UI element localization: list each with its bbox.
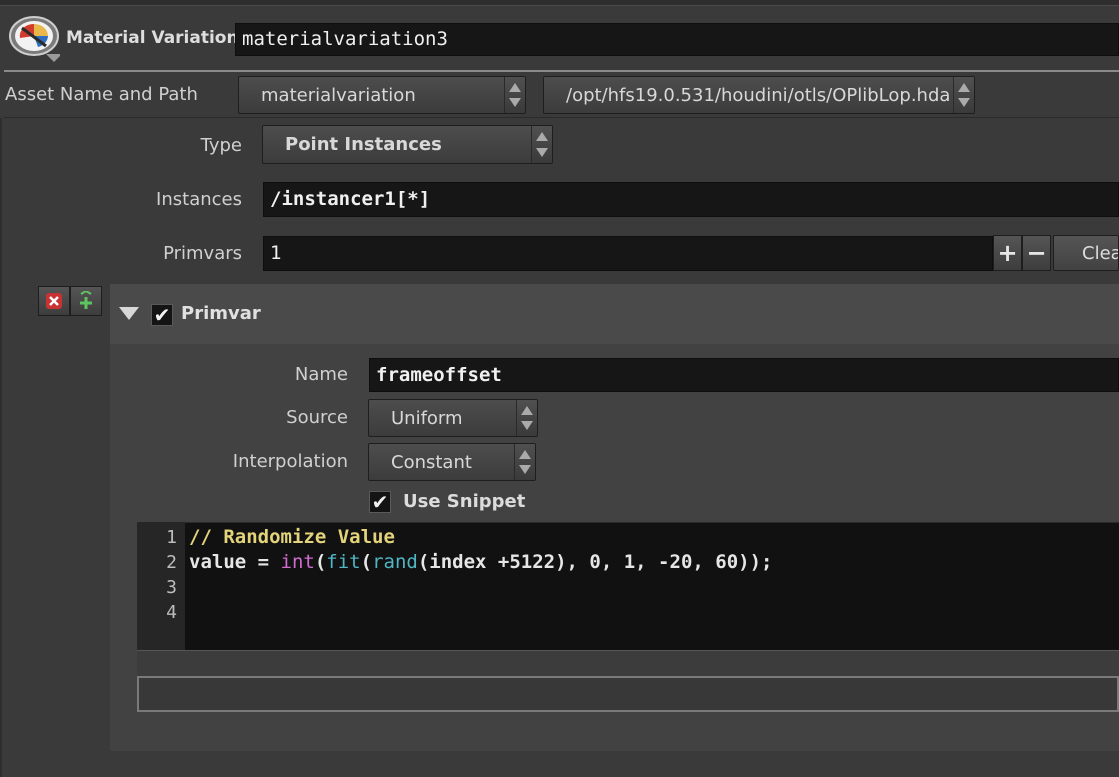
snippet-command-input[interactable] bbox=[137, 676, 1119, 712]
asset-name-value: materialvariation bbox=[261, 84, 416, 106]
code-token-rand: rand bbox=[372, 551, 418, 573]
primvar-enable-checkbox[interactable]: ✔ bbox=[151, 304, 173, 326]
line-number: 1 bbox=[166, 527, 177, 548]
primvar-folder-header bbox=[110, 284, 1119, 344]
clear-primvars-button[interactable]: Clea bbox=[1053, 235, 1119, 271]
insert-instance-button[interactable] bbox=[70, 286, 102, 316]
collapse-triangle-icon[interactable] bbox=[119, 307, 139, 320]
remove-instance-button[interactable] bbox=[38, 286, 70, 316]
left-edge-rule bbox=[0, 118, 2, 777]
insert-plus-icon bbox=[80, 291, 92, 309]
code-token: (index +5122), 0, 1, -20, 60)); bbox=[417, 551, 773, 573]
node-type-label: Material Variation bbox=[66, 28, 239, 48]
type-value: Point Instances bbox=[285, 134, 442, 155]
asset-path-value: /opt/hfs19.0.531/houdini/otls/OPlibLop.h… bbox=[566, 84, 951, 106]
type-menu-arrows-icon bbox=[531, 126, 552, 163]
instances-field[interactable]: /instancer1[*] bbox=[263, 182, 1119, 217]
line-number-gutter: 1 2 3 4 bbox=[137, 522, 185, 650]
close-icon bbox=[46, 293, 62, 309]
use-snippet-label: Use Snippet bbox=[403, 491, 526, 512]
interpolation-label: Interpolation bbox=[232, 451, 348, 472]
node-name-field[interactable]: materialvariation3 bbox=[235, 23, 1119, 56]
code-token: ( bbox=[360, 551, 373, 573]
asset-path-menu-arrows-icon bbox=[953, 77, 974, 113]
header-divider bbox=[4, 70, 1119, 72]
code-line-1: // Randomize Value bbox=[189, 526, 395, 548]
source-label: Source bbox=[286, 407, 348, 428]
asset-divider bbox=[4, 117, 1119, 118]
editor-status-bar bbox=[137, 650, 1119, 676]
source-value: Uniform bbox=[391, 407, 463, 429]
source-menu-arrows-icon bbox=[516, 400, 537, 436]
asset-name-menu[interactable]: materialvariation bbox=[238, 76, 526, 114]
instances-label: Instances bbox=[156, 189, 242, 210]
primvars-label: Primvars bbox=[163, 243, 242, 264]
asset-path-menu[interactable]: /opt/hfs19.0.531/houdini/otls/OPlibLop.h… bbox=[543, 76, 975, 114]
code-token: ( bbox=[314, 551, 327, 573]
type-menu[interactable]: Point Instances bbox=[262, 125, 553, 164]
type-label: Type bbox=[200, 135, 242, 156]
primvar-folder-title: Primvar bbox=[181, 303, 261, 324]
code-token-int: int bbox=[280, 551, 315, 573]
add-primvar-button[interactable]: + bbox=[993, 235, 1022, 271]
remove-primvar-button[interactable]: − bbox=[1022, 235, 1051, 271]
primvar-name-field[interactable]: frameoffset bbox=[369, 358, 1119, 392]
primvars-count-field[interactable]: 1 bbox=[263, 236, 993, 271]
use-snippet-checkbox[interactable]: ✔ bbox=[369, 491, 391, 513]
primvar-name-label: Name bbox=[294, 364, 348, 385]
line-number: 2 bbox=[166, 552, 177, 573]
code-token-fit: fit bbox=[326, 551, 361, 573]
asset-name-path-label: Asset Name and Path bbox=[5, 84, 198, 105]
line-number: 3 bbox=[166, 577, 177, 598]
interpolation-menu-arrows-icon bbox=[514, 444, 535, 480]
interpolation-value: Constant bbox=[391, 451, 472, 473]
code-line-2: value = int(fit(rand(index +5122), 0, 1,… bbox=[189, 551, 772, 573]
interpolation-menu[interactable]: Constant bbox=[368, 443, 536, 481]
source-menu[interactable]: Uniform bbox=[368, 399, 538, 437]
asset-name-menu-arrows-icon bbox=[504, 77, 525, 113]
line-number: 4 bbox=[166, 602, 177, 623]
material-variation-node-icon[interactable] bbox=[8, 16, 62, 64]
code-token: value = bbox=[189, 551, 281, 573]
top-strip bbox=[0, 0, 1119, 6]
